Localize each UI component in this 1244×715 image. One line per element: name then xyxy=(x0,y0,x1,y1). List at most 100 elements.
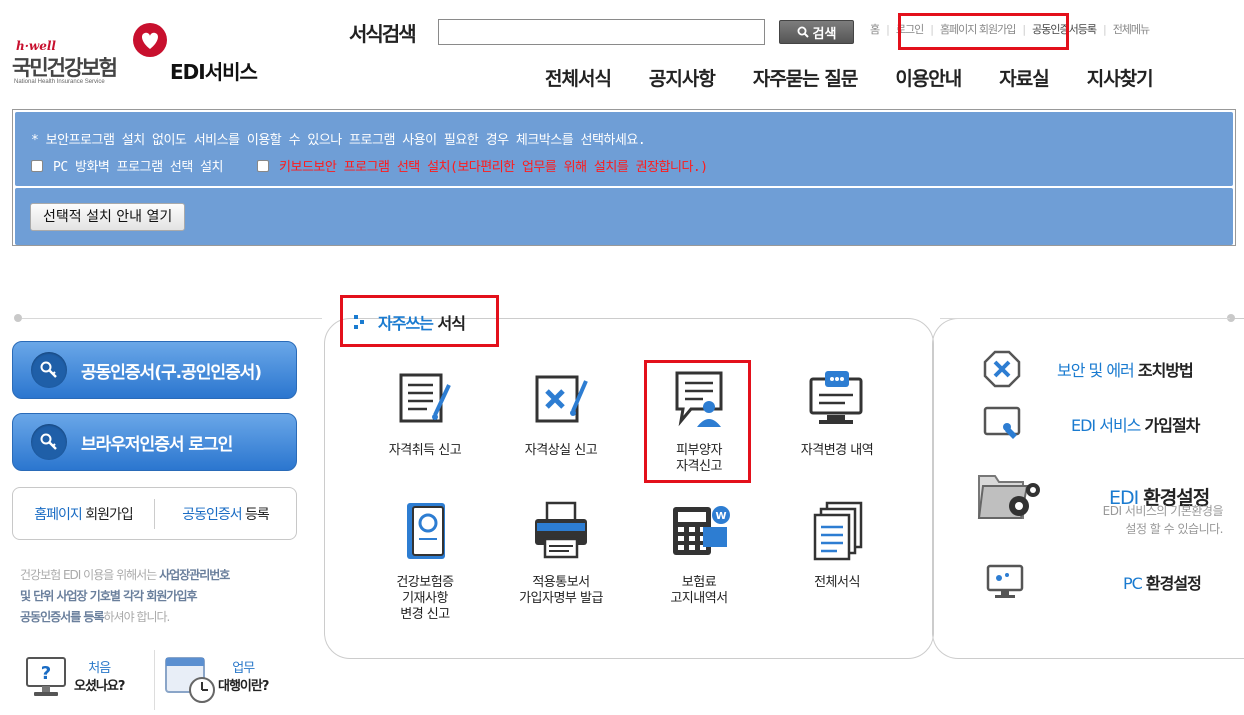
svg-text:?: ? xyxy=(41,663,51,684)
notice-text: 건강보험 EDI 이용을 위해서는 xyxy=(20,568,160,582)
form-label: 건강보험증 xyxy=(396,575,454,590)
highlight-box xyxy=(340,295,499,347)
home-link[interactable]: 홈 xyxy=(870,21,880,37)
document-pen-icon xyxy=(399,373,451,423)
search-icon xyxy=(797,26,809,38)
signup-dark-text: 회원가입 xyxy=(85,506,134,523)
pc-blue-text: PC xyxy=(1123,574,1143,593)
svg-text:W: W xyxy=(715,511,726,522)
agency-info-link[interactable]: 업무 대행이란? xyxy=(162,652,269,704)
first-visit-link[interactable]: ? 처음 오셨나요? xyxy=(24,655,125,701)
form-qualification-loss[interactable]: 자격상실 신고 xyxy=(491,367,631,459)
divider: | xyxy=(1102,22,1107,36)
browser-cert-login-label: 브라우저인증서 로그인 xyxy=(81,434,233,455)
security-guide-bar: 선택적 설치 안내 열기 xyxy=(15,188,1233,245)
agency-top: 업무 xyxy=(232,661,255,676)
nav-notices[interactable]: 공지사항 xyxy=(649,64,716,91)
org-name: 국민건강보험 xyxy=(12,56,118,80)
form-label: 자격변경 내역 xyxy=(800,443,874,458)
hwell-logo-text: h·well xyxy=(16,39,56,53)
divider-line xyxy=(154,650,155,710)
security-options: * 보안프로그램 설치 없이도 서비스를 이용할 수 있으나 프로그램 사용이 … xyxy=(15,112,1233,186)
nav-library[interactable]: 자료실 xyxy=(999,64,1049,91)
service-title: EDI서비스 xyxy=(170,60,258,84)
notice-text: 하셔야 합니다. xyxy=(103,610,171,624)
edi-usage-notice: 건강보험 EDI 이용을 위해서는 사업장관리번호 및 단위 사업장 기호별 각… xyxy=(20,565,310,628)
homepage-signup-link[interactable]: 홈페이지 회원가입 xyxy=(13,504,154,524)
printer-icon xyxy=(535,501,587,559)
org-name-en: National Health Insurance Service xyxy=(14,79,105,85)
insurance-card-icon xyxy=(407,503,445,559)
nav-faq[interactable]: 자주묻는 질문 xyxy=(753,64,858,91)
keyboard-security-checkbox[interactable] xyxy=(257,159,270,172)
security-blue-text: 보안 및 에러 xyxy=(1057,361,1135,380)
security-notice: * 보안프로그램 설치 없이도 서비스를 이용할 수 있으나 프로그램 사용이 … xyxy=(31,133,646,148)
form-label: 자격취득 신고 xyxy=(388,443,462,458)
highlight-box xyxy=(644,360,751,483)
divider-dot xyxy=(14,314,22,322)
form-application-notice[interactable]: 적용통보서 가입자명부 발급 xyxy=(491,499,631,607)
joint-cert-login-label: 공동인증서(구.공인인증서) xyxy=(81,362,262,383)
divider-line xyxy=(940,318,1230,319)
form-insurance-card-change[interactable]: 건강보험증 기재사항 변경 신고 xyxy=(355,499,495,623)
monitor-touch-icon xyxy=(983,406,1021,439)
security-program-panel: * 보안프로그램 설치 없이도 서비스를 이용할 수 있으나 프로그램 사용이 … xyxy=(12,109,1236,246)
cert-reg-dark-text: 등록 xyxy=(245,506,270,523)
notice-bold-text: 공동인증서를 등록 xyxy=(20,610,104,624)
joint-cert-login-button[interactable]: 공동인증서(구.공인인증서) xyxy=(12,341,297,399)
divider: | xyxy=(886,22,890,36)
nav-branch-finder[interactable]: 지사찾기 xyxy=(1087,64,1154,91)
monitor-chat-icon xyxy=(809,371,863,424)
nav-all-forms[interactable]: 전체서식 xyxy=(545,64,612,91)
form-qualification-acquisition[interactable]: 자격취득 신고 xyxy=(355,367,495,459)
nav-guide[interactable]: 이용안내 xyxy=(895,64,962,91)
form-label: 가입자명부 발급 xyxy=(519,591,603,606)
form-premium-notice[interactable]: W 보험료 고지내역서 xyxy=(629,499,769,607)
first-visit-top: 처음 xyxy=(88,661,111,676)
notice-bold-text: 및 단위 사업장 기호별 각각 회원가입후 xyxy=(20,589,198,603)
calendar-clock-icon xyxy=(165,657,215,703)
form-label: 변경 신고 xyxy=(400,607,450,622)
env-desc-line: EDI 서비스의 기본환경을 xyxy=(1102,504,1224,518)
join-blue-text: EDI 서비스 xyxy=(1071,416,1141,435)
form-search-input[interactable] xyxy=(438,19,765,45)
main-nav: 전체서식 공지사항 자주묻는 질문 이용안내 자료실 지사찾기 xyxy=(545,64,1154,91)
edi-join-procedure-link[interactable]: EDI 서비스 가입절차 xyxy=(983,405,1201,443)
browser-cert-login-button[interactable]: 브라우저인증서 로그인 xyxy=(12,413,297,471)
cert-register-link-box[interactable]: 공동인증서 등록 xyxy=(155,504,296,524)
calculator-icon: W xyxy=(673,506,730,555)
key-icon xyxy=(31,352,67,388)
join-dark-text: 가입절차 xyxy=(1144,416,1201,435)
env-desc-line: 설정 할 수 있습니다. xyxy=(1125,522,1223,536)
documents-stack-icon xyxy=(813,501,863,561)
firewall-checkbox[interactable] xyxy=(31,159,43,172)
form-label: 적용통보서 xyxy=(532,575,590,590)
search-button[interactable]: 검색 xyxy=(779,20,854,44)
search-button-label: 검색 xyxy=(812,26,837,42)
keyboard-security-label[interactable]: 키보드보안 프로그램 선택 설치(보다편리한 업무를 위해 설치를 권장합니다.… xyxy=(279,156,708,175)
form-label: 고지내역서 xyxy=(670,591,728,606)
error-octagon-icon xyxy=(983,350,1021,388)
cert-reg-blue-text: 공동인증서 xyxy=(182,506,242,523)
heart-logo-icon xyxy=(133,23,167,57)
join-register-box: 홈페이지 회원가입 공동인증서 등록 xyxy=(12,487,297,540)
agency-bottom: 대행이란? xyxy=(218,679,269,694)
pc-dark-text: 환경설정 xyxy=(1145,574,1202,593)
signup-blue-text: 홈페이지 xyxy=(34,506,83,523)
nhis-logo[interactable]: h·well 국민건강보험 National Health Insurance … xyxy=(12,22,167,92)
divider-line xyxy=(22,318,322,319)
security-error-link[interactable]: 보안 및 에러 조치방법 xyxy=(983,350,1194,388)
form-label: 자격상실 신고 xyxy=(524,443,598,458)
security-dark-text: 조치방법 xyxy=(1137,361,1194,380)
pc-monitor-icon xyxy=(986,564,1024,598)
document-x-icon xyxy=(535,375,588,423)
firewall-label[interactable]: PC 방화벽 프로그램 선택 설치 xyxy=(53,156,224,175)
pc-env-settings-link[interactable]: PC 환경설정 xyxy=(985,563,1202,601)
key-icon xyxy=(31,424,67,460)
form-label: 보험료 xyxy=(681,575,717,590)
all-menu-link[interactable]: 전체메뉴 xyxy=(1113,21,1150,37)
form-all-forms[interactable]: 전체서식 xyxy=(767,499,907,591)
install-guide-button[interactable]: 선택적 설치 안내 열기 xyxy=(30,203,186,231)
form-qualification-change-history[interactable]: 자격변경 내역 xyxy=(767,367,907,459)
folder-gear-icon xyxy=(977,475,1040,519)
